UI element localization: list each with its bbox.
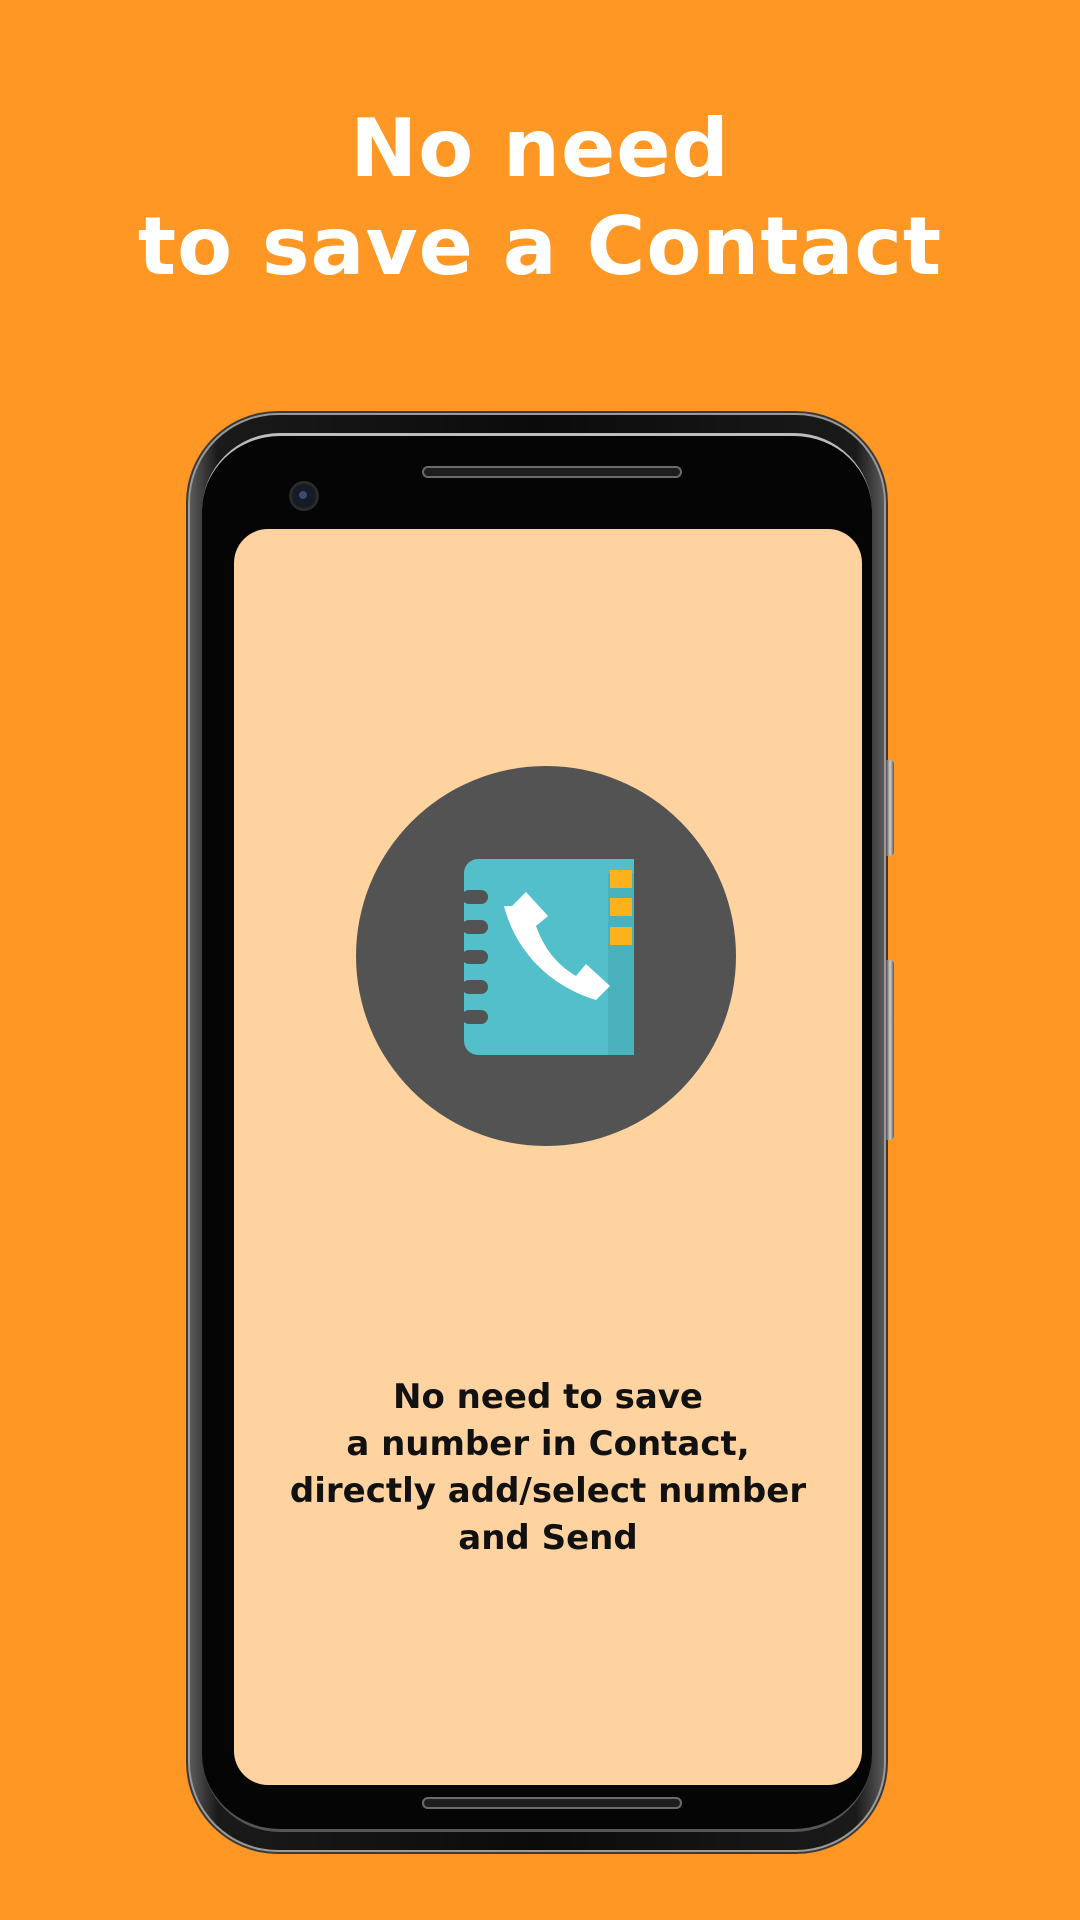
description-line-2: a number in Contact, [346, 1424, 750, 1464]
description-line-3: directly add/select number [289, 1471, 807, 1511]
phone-screen: No need to save a number in Contact, dir… [234, 529, 862, 1785]
front-camera [292, 484, 316, 508]
description-text: No need to save a number in Contact, dir… [234, 1374, 862, 1562]
phone-bezel: No need to save a number in Contact, dir… [202, 433, 872, 1832]
earpiece-speaker [422, 466, 682, 478]
power-button [886, 760, 894, 856]
contact-book-phone-icon [462, 859, 634, 1055]
headline-line-2: to save a Contact [137, 200, 943, 293]
phone-mockup: No need to save a number in Contact, dir… [190, 415, 894, 1850]
headline-line-1: No need [350, 102, 730, 195]
icon-circle [356, 766, 736, 1146]
description-line-1: No need to save [392, 1377, 703, 1417]
promo-headline: No need to save a Contact [0, 100, 1080, 296]
bottom-speaker [422, 1797, 682, 1809]
description-line-4: and Send [458, 1518, 638, 1558]
volume-button [886, 960, 894, 1140]
